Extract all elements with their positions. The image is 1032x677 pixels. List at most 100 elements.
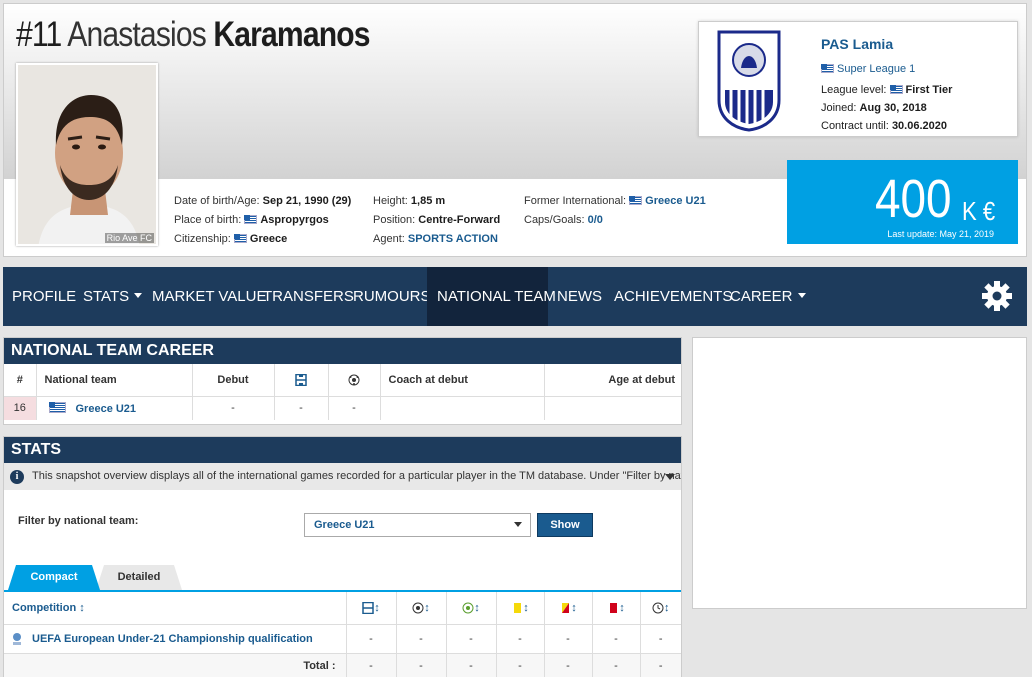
market-value-last-update: Last update: May 21, 2019 bbox=[887, 229, 994, 239]
caps-label: Caps/Goals: bbox=[524, 214, 585, 226]
nav-rumours[interactable]: RUMOURS bbox=[344, 267, 440, 326]
last-name: Karamanos bbox=[213, 15, 370, 54]
chevron-down-icon bbox=[514, 522, 522, 527]
pob-value: Aspropyrgos bbox=[260, 214, 329, 226]
dob-label: Date of birth/Age: bbox=[174, 195, 260, 207]
value-cell: - bbox=[544, 624, 593, 653]
row-number: 16 bbox=[4, 396, 37, 420]
national-team-career-table: # National team Debut Coach at debut Age… bbox=[4, 364, 681, 420]
filter-label: Filter by national team: bbox=[18, 515, 139, 527]
row-goals: - bbox=[328, 396, 381, 420]
tab-detailed[interactable]: Detailed bbox=[96, 565, 182, 590]
total-label: Total : bbox=[4, 653, 347, 677]
market-value: 400 bbox=[875, 169, 952, 229]
former-international-link[interactable]: Greece U21 bbox=[645, 195, 706, 207]
value-cell: - bbox=[496, 624, 545, 653]
team-link[interactable]: Greece U21 bbox=[76, 403, 137, 415]
national-team-select[interactable]: Greece U21 bbox=[304, 513, 531, 537]
pitch-icon bbox=[295, 373, 307, 386]
player-photo[interactable]: Rio Ave FC bbox=[16, 63, 158, 246]
col-appearances[interactable]: ↕ bbox=[346, 592, 397, 625]
sort-icon: ↕ bbox=[619, 601, 625, 614]
gear-icon[interactable] bbox=[981, 280, 1013, 312]
col-goals bbox=[328, 364, 381, 397]
clock-icon bbox=[652, 602, 664, 614]
player-portrait-image bbox=[18, 65, 156, 244]
col-competition[interactable]: Competition ↕ bbox=[4, 592, 347, 625]
market-value-box[interactable]: 400 K € Last update: May 21, 2019 bbox=[787, 160, 1018, 244]
total-cell: - bbox=[446, 653, 497, 677]
info-column-1: Date of birth/Age: Sep 21, 1990 (29) Pla… bbox=[174, 192, 351, 249]
main-navigation: PROFILE STATS MARKET VALUE TRANSFERS RUM… bbox=[3, 267, 1027, 326]
col-yellow-cards[interactable]: ↕ bbox=[496, 592, 545, 625]
competition-link[interactable]: UEFA European Under-21 Championship qual… bbox=[32, 632, 313, 644]
sort-icon: ↕ bbox=[571, 601, 577, 614]
nav-profile[interactable]: PROFILE bbox=[3, 267, 85, 326]
league-link[interactable]: Super League 1 bbox=[837, 63, 915, 75]
sort-icon: ↕ bbox=[664, 601, 670, 614]
stats-table: Competition ↕ ↕ ↕ ↕ ↕ ↕ ↕ ↕ UEFA Europea… bbox=[4, 592, 681, 677]
chevron-down-icon[interactable] bbox=[665, 474, 675, 480]
sort-icon: ↕ bbox=[79, 601, 85, 614]
red-card-icon bbox=[610, 602, 618, 613]
row-coach bbox=[380, 396, 545, 420]
value-cell: - bbox=[346, 624, 397, 653]
competition-cell[interactable]: UEFA European Under-21 Championship qual… bbox=[4, 624, 347, 653]
yellow-card-icon bbox=[514, 602, 522, 613]
nav-stats[interactable]: STATS bbox=[74, 267, 151, 326]
sort-icon: ↕ bbox=[424, 601, 430, 614]
total-cell: - bbox=[640, 653, 681, 677]
total-cell: - bbox=[396, 653, 447, 677]
uefa-u21-logo-icon bbox=[13, 632, 21, 645]
col-number: # bbox=[4, 364, 37, 397]
show-button[interactable]: Show bbox=[537, 513, 593, 537]
sort-icon: ↕ bbox=[474, 601, 480, 614]
total-cell: - bbox=[496, 653, 545, 677]
contract-label: Contract until: bbox=[821, 120, 889, 132]
row-team[interactable]: Greece U21 bbox=[36, 396, 193, 420]
select-value: Greece U21 bbox=[314, 519, 375, 531]
photo-caption: Rio Ave FC bbox=[104, 233, 154, 243]
sidebar-ad-box bbox=[692, 337, 1027, 609]
tab-compact[interactable]: Compact bbox=[8, 565, 100, 590]
chevron-down-icon bbox=[797, 293, 806, 298]
sort-icon: ↕ bbox=[523, 601, 529, 614]
club-crest-icon[interactable] bbox=[717, 30, 781, 132]
nav-career[interactable]: CAREER bbox=[721, 267, 815, 326]
height-value: 1,85 m bbox=[410, 195, 446, 207]
player-name: #11 Anastasios Karamanos bbox=[16, 15, 370, 55]
col-minutes[interactable]: ↕ bbox=[640, 592, 681, 625]
national-team-career-title: NATIONAL TEAM CAREER bbox=[4, 338, 681, 364]
caps-link[interactable]: 0/0 bbox=[588, 214, 603, 226]
col-national-team: National team bbox=[36, 364, 193, 397]
pitch-icon bbox=[362, 601, 374, 614]
col-goals[interactable]: ↕ bbox=[396, 592, 447, 625]
stats-box: STATS i This snapshot overview displays … bbox=[3, 436, 682, 677]
col-assists[interactable]: ↕ bbox=[446, 592, 497, 625]
sort-icon: ↕ bbox=[374, 601, 380, 614]
info-column-2: Height: 1,85 m Position: Centre-Forward … bbox=[373, 192, 500, 249]
player-header: #11 Anastasios Karamanos Rio Ave FC Date… bbox=[3, 3, 1027, 257]
info-icon: i bbox=[10, 470, 24, 484]
col-appearances bbox=[274, 364, 329, 397]
citizenship-value: Greece bbox=[249, 233, 288, 245]
agent-link[interactable]: SPORTS ACTION bbox=[408, 233, 498, 245]
info-bar[interactable]: i This snapshot overview displays all of… bbox=[4, 463, 681, 490]
row-appearances: - bbox=[274, 396, 329, 420]
col-red-cards[interactable]: ↕ bbox=[592, 592, 641, 625]
club-name-link[interactable]: PAS Lamia bbox=[821, 36, 893, 52]
col-age-at-debut: Age at debut bbox=[544, 364, 681, 397]
nav-national-team[interactable]: NATIONAL TEAM bbox=[427, 267, 556, 326]
agent-label: Agent: bbox=[373, 233, 405, 245]
joined-label: Joined: bbox=[821, 102, 857, 114]
info-text: This snapshot overview displays all of t… bbox=[32, 470, 681, 482]
col-second-yellow[interactable]: ↕ bbox=[544, 592, 593, 625]
club-box: PAS Lamia Super League 1 League level: F… bbox=[698, 21, 1018, 137]
nav-news[interactable]: NEWS bbox=[548, 267, 611, 326]
col-coach-at-debut: Coach at debut bbox=[380, 364, 545, 397]
assist-ball-icon bbox=[462, 602, 474, 614]
stats-title: STATS bbox=[4, 437, 681, 463]
citizenship-label: Citizenship: bbox=[174, 233, 231, 245]
value-cell: - bbox=[592, 624, 641, 653]
league-level-label: League level: bbox=[821, 84, 887, 96]
